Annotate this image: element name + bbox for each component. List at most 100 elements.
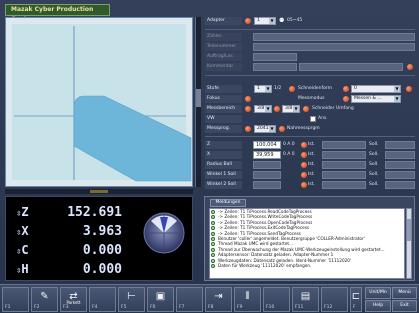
coord-z-input[interactable]: 100,004: [253, 141, 281, 149]
chevron-down-icon[interactable]: ▼: [293, 106, 299, 112]
edge-shape-status-icon: [343, 86, 349, 92]
dro-axis-c-letter: C: [21, 243, 29, 257]
edge-shape-select[interactable]: 0 ▼: [351, 85, 401, 93]
fkey-f[interactable]: ⊏ F: [350, 287, 362, 312]
radius-ball-status-icon: [301, 162, 307, 168]
fkey-f7[interactable]: F7: [176, 287, 203, 312]
comment-field-2[interactable]: [299, 63, 403, 71]
messages-scrollbar[interactable]: [406, 208, 412, 279]
message-text: -> Zeilen: T1 TiProcess.SendTagProcess: [218, 230, 301, 236]
f9-tools-icon: ⫴: [245, 291, 250, 302]
fkey-f3[interactable]: ⇄ Parkett F3: [60, 287, 87, 312]
splitter-knob[interactable]: [196, 89, 201, 107]
angle-2-ist-label: Ist.: [308, 182, 315, 187]
radius-ball-label: Radius Ball: [205, 161, 242, 169]
order-field[interactable]: [253, 53, 297, 61]
messages-tab[interactable]: Meldungen: [210, 199, 246, 207]
exit-button[interactable]: Exit: [392, 300, 417, 312]
adapter-select[interactable]: 1 ▼: [254, 17, 276, 25]
f10-label: F10: [266, 305, 275, 310]
message-text: Benutzer 'coller' angemeldet. Benutzergr…: [218, 235, 365, 241]
f3-label: F3: [63, 305, 69, 310]
angle-2-ist-field[interactable]: [322, 181, 366, 189]
fkey-f11[interactable]: ▤ F11: [292, 287, 319, 312]
fkey-f5[interactable]: ⊢ F5: [118, 287, 145, 312]
row-adapter: Adapter 1 ▼ ⚉ 05~45: [205, 17, 415, 25]
measure-range-select-1[interactable]: 3/8 ▼: [254, 105, 272, 113]
vw-checkbox[interactable]: [310, 116, 316, 122]
info-icon: [211, 231, 215, 236]
row-radius-ball: Radius Ball Ist. Soll.: [205, 161, 415, 169]
angle-1-status-icon: [301, 172, 307, 178]
chevron-down-icon[interactable]: ▼: [394, 96, 400, 102]
f6-document-icon: ▣: [155, 291, 166, 302]
f8-transfer-icon: ⇥: [214, 291, 223, 302]
vertical-splitter[interactable]: [195, 17, 201, 187]
dro-axis-h-letter: H: [21, 262, 29, 276]
stage-label: Stufe: [205, 85, 242, 93]
coord-x-ist-field[interactable]: [322, 151, 366, 159]
chevron-down-icon[interactable]: ▼: [394, 86, 400, 92]
chevron-down-icon[interactable]: ▼: [265, 86, 271, 92]
coord-z-soll-field[interactable]: [385, 141, 415, 149]
f1-label: F1: [5, 305, 11, 310]
f9-label: F9: [237, 305, 243, 310]
row-measure-range: Messbereich 3/8 ▼ 3/8 ▼ Schneider Umfang: [205, 105, 415, 113]
measure-program-value: 2041: [257, 126, 269, 131]
message-text: -> Zeilen: T1 TiProcess.OpenCodeTagProce…: [218, 219, 313, 225]
app-title-tab[interactable]: Mazak Cyber Production Center: [5, 4, 110, 23]
comment-field-1[interactable]: [253, 63, 297, 71]
messages-panel: Meldungen -> Zeilen: T1 TiProcess.ReadCo…: [204, 196, 415, 281]
measure-range-select-2[interactable]: 3/8 ▼: [282, 105, 300, 113]
f4-label: F4: [92, 305, 98, 310]
row-vw: VW Ans.: [205, 115, 415, 123]
measure-program-status-icon: [245, 126, 251, 132]
focus-status-icon: [245, 96, 251, 102]
radius-ball-input[interactable]: [253, 161, 281, 169]
chevron-down-icon[interactable]: ▼: [265, 106, 271, 112]
splitter-knob[interactable]: [90, 190, 108, 193]
angle-2-input[interactable]: [253, 181, 281, 189]
help-button[interactable]: Help: [365, 300, 391, 312]
messages-list[interactable]: -> Zeilen: T1 TiProcess.ReadCodeTagProce…: [209, 208, 405, 279]
row-counter: Zähler: [205, 33, 415, 41]
fkey-f6[interactable]: ▣ F6: [147, 287, 174, 312]
unit-mn-button[interactable]: Unit/Mn: [365, 287, 391, 299]
horizontal-splitter[interactable]: [5, 189, 193, 194]
coord-x-soll-field[interactable]: [385, 151, 415, 159]
fkey-f4[interactable]: F4: [89, 287, 116, 312]
radius-ball-ist-field[interactable]: [322, 161, 366, 169]
fkey-f2[interactable]: ✎ F2: [31, 287, 58, 312]
part-number-field[interactable]: [253, 43, 415, 51]
dro-axis-z: ⇳Z: [16, 205, 29, 219]
row-stage: Stufe 1 ▼ 1/2 Schneidenform 0 ▼: [205, 85, 415, 93]
fkey-f10[interactable]: F10: [263, 287, 290, 312]
fkey-f1[interactable]: F1: [2, 287, 29, 312]
info-icon: [211, 220, 215, 225]
coord-x-input[interactable]: 39,959: [253, 151, 281, 159]
chevron-down-icon[interactable]: ▼: [269, 126, 275, 132]
coord-z-ist-field[interactable]: [322, 141, 366, 149]
measure-mode-select[interactable]: Messen & ... ▼: [351, 95, 401, 103]
menu-button[interactable]: Menü: [392, 287, 417, 299]
stage-select[interactable]: 1 ▼: [254, 85, 272, 93]
measure-range-value-1: 3/8: [257, 106, 265, 111]
app-window: Mazak Cyber Production Center Adapter 1▼…: [0, 0, 419, 313]
adapter-label: Adapter: [205, 17, 242, 25]
scrollbar-thumb[interactable]: [407, 219, 411, 241]
radius-ball-soll-field[interactable]: [385, 161, 415, 169]
fkey-f9[interactable]: ⫴ F9: [234, 287, 261, 312]
angle-2-soll-field[interactable]: [385, 181, 415, 189]
angle-1-ist-field[interactable]: [322, 171, 366, 179]
coord-x-ist-label: Ist.: [308, 152, 315, 157]
separator: [205, 136, 415, 137]
edge-shape-value: 0: [354, 86, 357, 91]
row-coord-x: X 39,959 0 A 0 Ist. Soll.: [205, 151, 415, 159]
fkey-f8[interactable]: ⇥ F8: [205, 287, 232, 312]
chevron-down-icon[interactable]: ▼: [269, 18, 275, 24]
angle-1-soll-field[interactable]: [385, 171, 415, 179]
counter-field[interactable]: [253, 33, 415, 41]
measure-program-select[interactable]: 2041 ▼: [254, 125, 276, 133]
angle-1-input[interactable]: [253, 171, 281, 179]
fkey-f12[interactable]: F12: [321, 287, 348, 312]
